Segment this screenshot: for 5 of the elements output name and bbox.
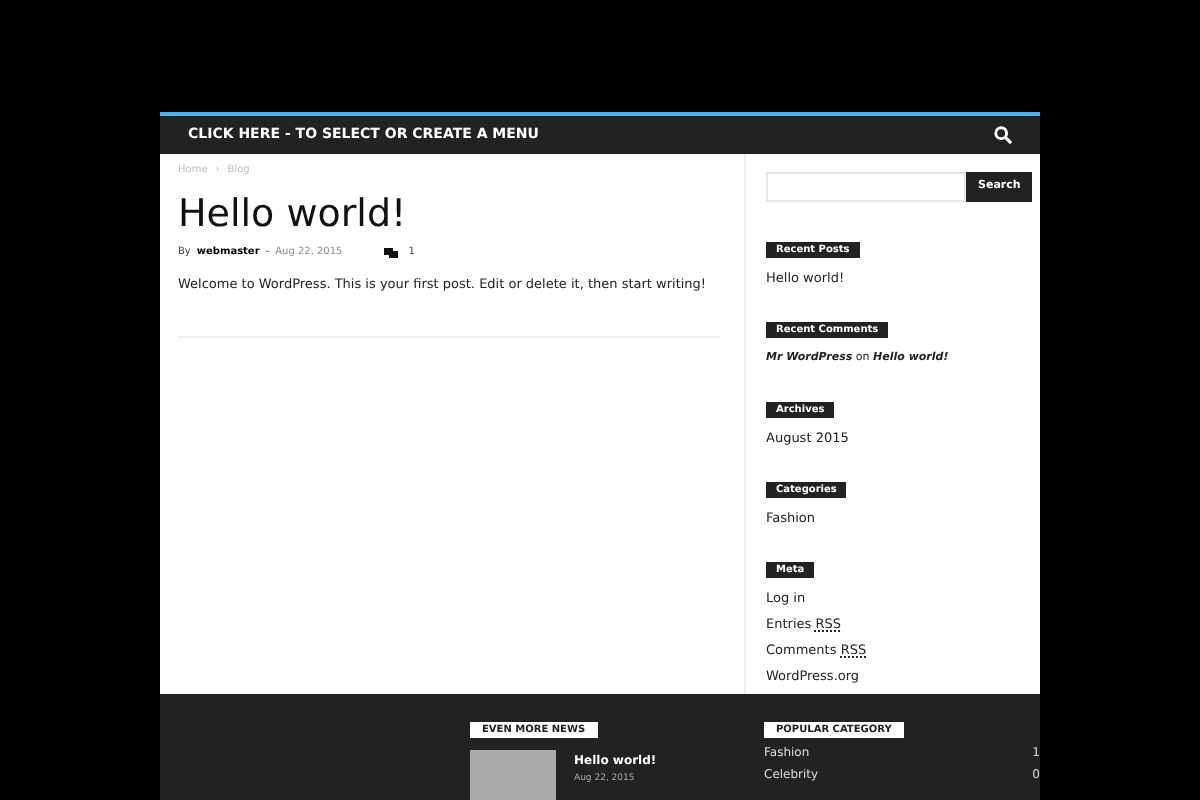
comments-icon — [384, 247, 399, 258]
photo-placeholder — [470, 750, 556, 800]
post-title: Hello world! — [178, 189, 409, 239]
search-icon[interactable] — [994, 126, 1012, 144]
search-field[interactable] — [766, 172, 966, 202]
